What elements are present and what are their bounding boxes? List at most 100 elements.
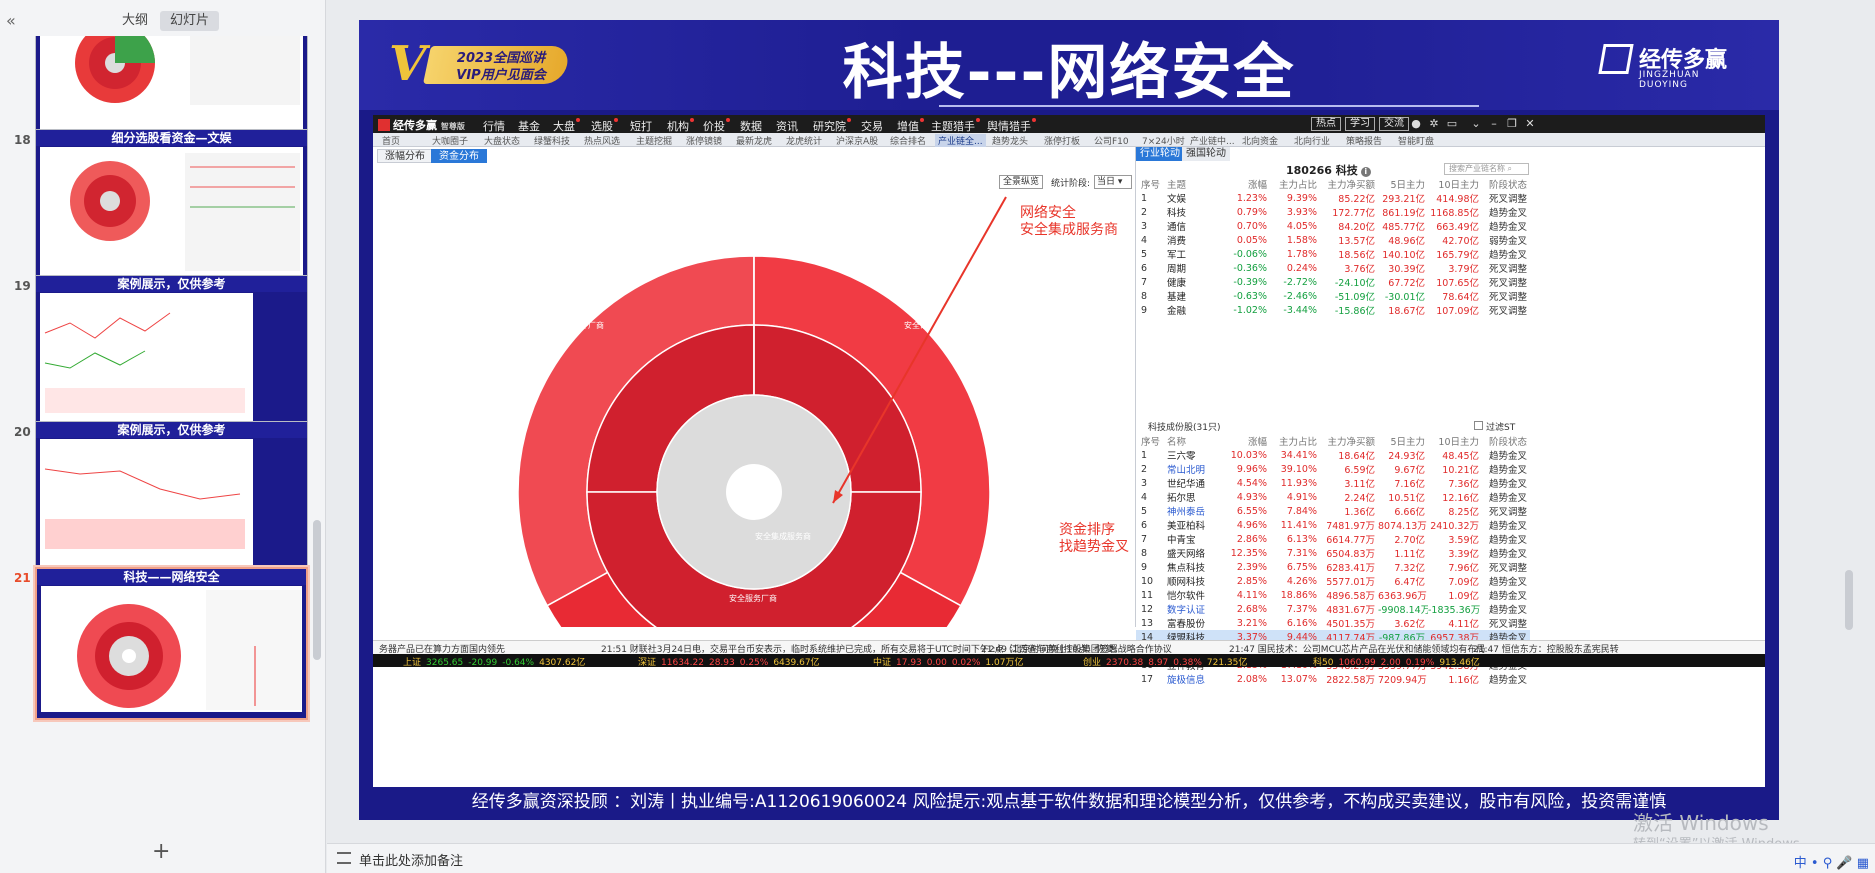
app-tab-2[interactable]: 大盘状态 [481,134,523,147]
app-tab-15[interactable]: 7×24小时 [1139,134,1188,147]
column-header[interactable]: 涨幅 [1222,177,1270,191]
notes-input[interactable]: 单击此处添加备注 [359,850,463,869]
column-header[interactable]: 名称 [1162,434,1222,448]
menu-item-10[interactable]: 交易 [861,118,883,134]
collapse-panel-icon[interactable]: « [6,11,16,30]
layout-icon[interactable]: ▭ [1445,117,1459,131]
slide-thumbnail-current[interactable]: 科技——网络安全 [35,567,308,720]
column-header[interactable]: 主力占比 [1270,177,1320,191]
app-tab-20[interactable]: 智能盯盘 [1395,134,1437,147]
news-item[interactable]: 21:49 江西省与吉利控股集团签署战略合作协议 [981,642,1172,654]
column-header[interactable]: 10日主力 [1428,177,1482,191]
slide-thumbnail[interactable]: 细分选股看资金—文娱 [35,129,308,282]
add-slide-icon[interactable]: + [152,839,170,864]
app-tab-1[interactable]: 大咖圈子 [429,134,471,147]
app-tab-9[interactable]: 沪深京A股 [833,134,881,147]
index-quote[interactable]: 深证 11634.22 28.93 0.25% 6439.67亿 [638,655,825,667]
hot-button[interactable]: 热点 [1311,117,1341,131]
tab-industry-rotation[interactable]: 行业轮动 [1136,147,1184,161]
column-header[interactable]: 主力净买额 [1320,434,1378,448]
table-row[interactable]: 4 消费 0.05% 1.58% 13.57亿 48.96亿 42.70亿 弱势金叉 [1136,233,1530,248]
table-row[interactable]: 10 顺网科技 2.85% 4.26% 5577.01万 6.47亿 7.09亿 趋势金叉 [1136,574,1530,589]
table-row[interactable]: 11 恺尔软件 4.11% 18.86% 4896.58万 6363.96万 1.09亿 趋势… [1136,588,1530,603]
table-row[interactable]: 9 焦点科技 2.39% 6.75% 6283.41万 7.32亿 7.96亿 死叉调整 [1136,560,1530,575]
sidebar-scrollbar[interactable] [313,520,321,660]
news-item[interactable]: 务器产品已在算力方面国内领先 [379,642,505,654]
app-tab-8[interactable]: 龙虎统计 [783,134,825,147]
tab-strong-rotation[interactable]: 强国轮动 [1182,147,1230,161]
app-tab-14[interactable]: 公司F10 [1091,134,1132,147]
index-quote[interactable]: 上证 3265.65 -20.99 -0.64% 4307.62亿 [403,655,590,667]
app-tab-13[interactable]: 涨停打板 [1041,134,1083,147]
app-tab-11[interactable]: 产业链全... [935,134,986,147]
column-header[interactable]: 主力净买额 [1320,177,1378,191]
table-row[interactable]: 3 通信 0.70% 4.05% 84.20亿 485.77亿 663.49亿 趋势金叉 [1136,219,1530,234]
table-row[interactable]: 1 文娱 1.23% 9.39% 85.22亿 293.21亿 414.98亿 死叉调整 [1136,191,1530,206]
table-row[interactable]: 5 神州泰岳 6.55% 7.84% 1.36亿 6.66亿 8.25亿 死叉调整 [1136,504,1530,519]
tab-outline[interactable]: 大纲 [112,11,158,31]
menu-item-12[interactable]: 主题猎手 [931,118,980,134]
app-tab-18[interactable]: 北向行业 [1291,134,1333,147]
app-tab-0[interactable]: 首页 [379,134,403,147]
app-tab-17[interactable]: 北向资金 [1239,134,1281,147]
menu-item-9[interactable]: 研究院 [813,118,851,134]
menu-item-0[interactable]: 行情 [483,118,505,134]
table-row[interactable]: 12 数字认证 2.68% 7.37% 4831.67万 -9908.14万 -1835.3… [1136,602,1530,617]
column-header[interactable]: 5日主力 [1378,177,1428,191]
table-row[interactable]: 2 科技 0.79% 3.93% 172.77亿 861.19亿 1168.85亿 趋势金叉 [1136,205,1530,220]
app-tab-10[interactable]: 综合排名 [887,134,929,147]
column-header[interactable]: 10日主力 [1428,434,1482,448]
current-slide[interactable]: V 2023全国巡讲 VIP用户见面会 科技---网络安全 经传多赢 JINGZ… [359,20,1779,820]
column-header[interactable]: 主题 [1162,177,1222,191]
column-header[interactable]: 序号 [1136,434,1162,448]
info-icon[interactable]: i [1360,167,1371,177]
app-tab-3[interactable]: 绿蟹科技 [531,134,573,147]
column-header[interactable]: 5日主力 [1378,434,1428,448]
chain-search-input[interactable]: 搜索产业链名称 ⌕ [1444,163,1529,175]
news-item[interactable]: 21:47 国民技术：公司MCU芯片产品在光伏和储能领域均有布局 [1229,642,1485,654]
column-header[interactable]: 序号 [1136,177,1162,191]
menu-item-11[interactable]: 增值 [897,118,924,134]
app-tab-12[interactable]: 趋势龙头 [989,134,1031,147]
menu-item-8[interactable]: 资讯 [776,118,798,134]
menu-item-6[interactable]: 价投 [703,118,730,134]
close-icon[interactable]: ✕ [1523,117,1537,131]
filter-st-checkbox[interactable] [1474,421,1483,430]
menu-item-4[interactable]: 短打 [630,118,652,134]
news-item[interactable]: 21:47 恒信东方：控股股东孟宪民转 [1473,642,1619,654]
app-tab-7[interactable]: 最新龙虎 [733,134,775,147]
app-tab-19[interactable]: 策略报告 [1343,134,1385,147]
table-row[interactable]: 7 中青宝 2.86% 6.13% 6614.77万 2.70亿 3.59亿 趋势金叉 [1136,532,1530,547]
menu-item-5[interactable]: 机构 [667,118,694,134]
table-row[interactable]: 1 三六零 10.03% 34.41% 18.64亿 24.93亿 48.45亿 趋势金叉 [1136,448,1530,463]
index-quote[interactable]: 科50 1060.99 2.00 0.19% 913.46亿 [1313,655,1485,667]
table-row[interactable]: 2 常山北明 9.96% 39.10% 6.59亿 9.67亿 10.21亿 趋势金叉 [1136,462,1530,477]
app-tab-5[interactable]: 主题挖掘 [633,134,675,147]
menu-item-3[interactable]: 选股 [591,118,618,134]
app-tab-4[interactable]: 热点风选 [581,134,623,147]
column-header[interactable]: 阶段状态 [1482,434,1530,448]
gear-icon[interactable]: ✲ [1427,117,1441,131]
tab-slides[interactable]: 幻灯片 [160,11,220,31]
menu-item-13[interactable]: 舆情猎手 [987,118,1036,134]
table-row[interactable]: 6 周期 -0.36% 0.24% 3.76亿 30.39亿 3.79亿 死叉调整 [1136,261,1530,276]
slide-thumbnail[interactable]: 案例展示，仅供参考 [35,421,308,574]
table-row[interactable]: 9 金融 -1.02% -3.44% -15.86亿 18.67亿 107.09亿 死叉调整 [1136,303,1530,318]
column-header[interactable]: 阶段状态 [1482,177,1530,191]
column-header[interactable]: 涨幅 [1222,434,1270,448]
ime-tray[interactable]: 中 • ⚲ 🎤 ▦ [1794,852,1869,871]
index-quote[interactable]: 中证 17.93 0.00 0.02% 1.07万亿 [873,655,1028,667]
learn-button[interactable]: 学习 [1345,117,1375,131]
table-row[interactable]: 5 军工 -0.06% 1.78% 18.56亿 140.10亿 165.79亿 趋势金叉 [1136,247,1530,262]
menu-item-1[interactable]: 基金 [518,118,540,134]
menu-item-7[interactable]: 数据 [740,118,762,134]
editor-scrollbar[interactable] [1843,30,1855,820]
menu-item-2[interactable]: 大盘 [553,118,580,134]
user-icon[interactable]: ● [1409,117,1423,131]
table-row[interactable]: 13 富春股份 3.21% 6.16% 4501.35万 3.62亿 4.11亿 死叉调整 [1136,616,1530,631]
exchange-button[interactable]: 交流 [1379,117,1409,131]
minimize-icon[interactable]: – [1487,117,1501,131]
table-row[interactable]: 4 拓尔思 4.93% 4.91% 2.24亿 10.51亿 12.16亿 趋势金叉 [1136,490,1530,505]
table-row[interactable]: 17 旋极信息 2.08% 13.07% 2822.58万 7209.94万 1.16亿 趋势… [1136,672,1530,687]
app-tab-6[interactable]: 涨停镜镜 [683,134,725,147]
